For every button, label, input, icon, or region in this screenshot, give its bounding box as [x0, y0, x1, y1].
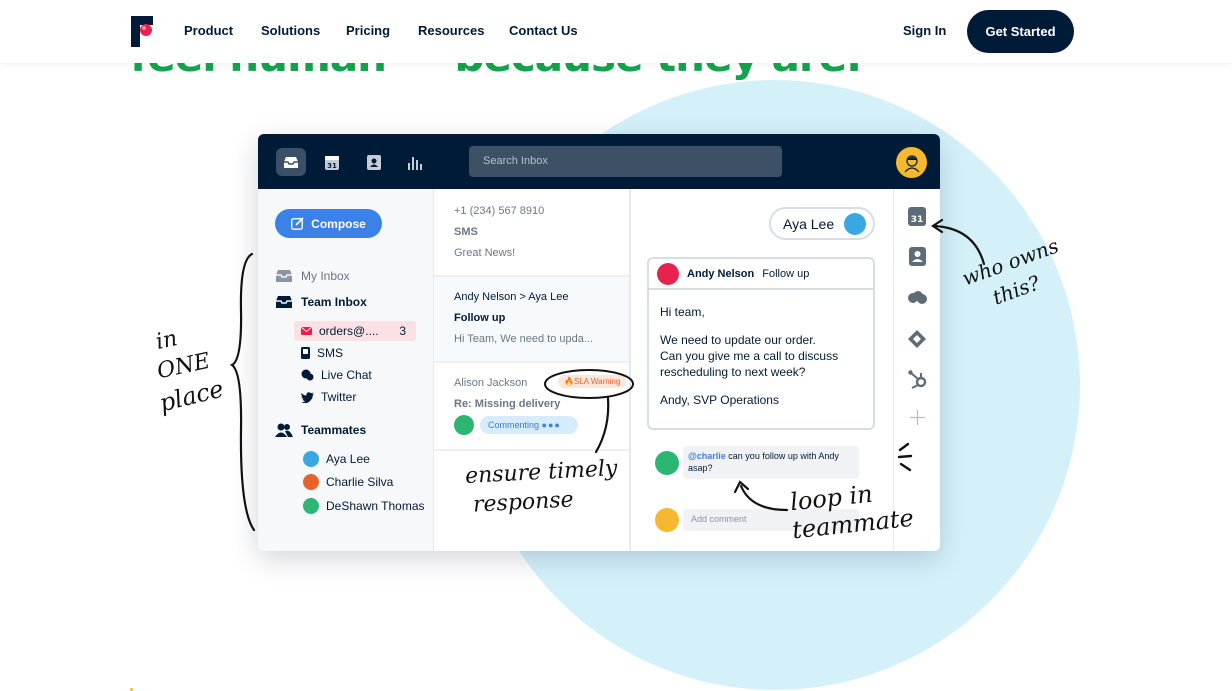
teammate-name: Charlie Silva — [326, 475, 394, 489]
calendar-icon[interactable]: 31 — [907, 206, 927, 226]
nav-resources[interactable]: Resources — [418, 23, 484, 38]
email-line: Can you give me a call to discuss — [660, 349, 839, 363]
user-avatar[interactable] — [896, 147, 927, 178]
list-item[interactable]: +1 (234) 567 8910 SMS Great News! — [434, 201, 629, 264]
twitter-icon — [301, 391, 314, 403]
nav-pricing[interactable]: Pricing — [346, 23, 390, 38]
avatar — [303, 451, 319, 467]
inbox-sidebar: Compose My Inbox Team Inbox orders@.... … — [258, 189, 434, 551]
analytics-icon[interactable] — [401, 148, 431, 176]
team-inbox-label: Team Inbox — [301, 295, 367, 309]
email-body: Hi team, We need to update our order. Ca… — [649, 290, 873, 422]
channel-label: Live Chat — [321, 368, 372, 382]
calendar-icon[interactable]: 31 — [317, 148, 347, 176]
phone-icon — [301, 347, 310, 359]
message-preview: Great News! — [454, 247, 516, 259]
chat-icon — [301, 369, 314, 381]
team-inbox[interactable]: Team Inbox — [275, 295, 367, 309]
avatar — [655, 451, 679, 475]
teammate-aya-lee[interactable]: Aya Lee — [296, 449, 418, 469]
email-card: Andy Nelson Follow up Hi team, We need t… — [647, 257, 875, 430]
nav-contact-us[interactable]: Contact Us — [509, 23, 578, 38]
channel-live-chat[interactable]: Live Chat — [294, 365, 416, 385]
email-greeting: Hi team, — [660, 305, 705, 319]
nav-solutions[interactable]: Solutions — [261, 23, 320, 38]
svg-text:31: 31 — [327, 162, 337, 170]
inbox-tray-icon — [276, 296, 292, 308]
app-top-bar: 31 Search Inbox — [258, 134, 940, 189]
teammates-label: Teammates — [301, 423, 367, 437]
teammate-name: DeShawn Thomas — [326, 499, 425, 513]
page: feel human — because they are. Product S… — [0, 0, 1232, 691]
annotation-text: in — [153, 326, 180, 355]
emphasis-marks-icon — [897, 442, 913, 472]
avatar — [303, 474, 319, 490]
envelope-icon — [301, 327, 312, 335]
front-logo[interactable] — [131, 16, 155, 47]
email-signature: Andy, SVP Operations — [660, 393, 779, 407]
message-subject: SMS — [454, 226, 478, 238]
sign-in-link[interactable]: Sign In — [903, 23, 946, 38]
avatar — [454, 415, 474, 435]
compose-icon — [291, 217, 304, 230]
email-header: Andy Nelson Follow up — [649, 259, 873, 290]
people-icon — [275, 423, 293, 437]
channel-twitter[interactable]: Twitter — [294, 387, 416, 407]
curly-brace-icon — [229, 252, 256, 532]
annotation-loop-in: loop in teammate — [789, 480, 930, 545]
message-preview: Hi Team, We need to upda... — [454, 333, 594, 345]
email-line: rescheduling to next week? — [660, 365, 806, 379]
top-navigation: Product Solutions Pricing Resources Cont… — [0, 0, 1232, 63]
teammate-name: Aya Lee — [326, 452, 370, 466]
internal-comment: @charlie can you follow up with Andy asa… — [683, 446, 859, 479]
email-subject: Follow up — [762, 267, 810, 280]
my-inbox[interactable]: My Inbox — [275, 269, 350, 283]
nav-product[interactable]: Product — [184, 23, 233, 38]
arrow-icon — [931, 218, 986, 266]
jira-icon[interactable] — [907, 329, 927, 349]
mention: @charlie — [688, 451, 726, 461]
avatar — [303, 498, 319, 514]
compose-button[interactable]: Compose — [275, 209, 382, 238]
annotation-text: response — [472, 487, 575, 518]
commenting-label: Commenting — [488, 420, 540, 430]
hubspot-icon[interactable] — [907, 369, 927, 389]
inbox-tray-icon — [276, 270, 292, 282]
arrow-icon — [733, 480, 789, 512]
annotation-text: ensure timely — [464, 456, 618, 489]
plus-icon[interactable] — [907, 407, 927, 427]
contact-icon[interactable] — [907, 246, 927, 266]
message-from: +1 (234) 567 8910 — [454, 205, 545, 217]
get-started-button[interactable]: Get Started — [967, 10, 1074, 53]
my-inbox-label: My Inbox — [301, 269, 350, 283]
channel-sms[interactable]: SMS — [294, 343, 416, 363]
annotation-ensure-timely: ensure timely response — [464, 456, 625, 530]
channel-label: SMS — [317, 346, 344, 360]
sender-name: Andy Nelson — [687, 267, 755, 280]
avatar — [655, 508, 679, 532]
message-from: Andy Nelson > Aya Lee — [454, 291, 569, 303]
teammate-deshawn-thomas[interactable]: DeShawn Thomas — [296, 496, 436, 516]
search-inbox-input[interactable]: Search Inbox — [469, 146, 782, 177]
assignee-pill[interactable]: Aya Lee — [769, 207, 875, 240]
inbox-icon[interactable] — [276, 148, 306, 176]
avatar — [844, 212, 867, 235]
message-subject: Follow up — [454, 312, 506, 324]
compose-label: Compose — [311, 216, 366, 231]
email-line: We need to update our order. — [660, 333, 816, 347]
salesforce-icon[interactable] — [907, 287, 927, 307]
list-item[interactable]: Andy Nelson > Aya Lee Follow up Hi Team,… — [434, 277, 629, 361]
unread-count: 3 — [399, 324, 406, 338]
contacts-icon[interactable] — [359, 148, 389, 176]
svg-text:31: 31 — [911, 215, 924, 225]
circle-scribble-icon — [544, 369, 634, 454]
avatar — [657, 262, 679, 285]
assignee-name: Aya Lee — [783, 215, 835, 232]
teammate-charlie-silva[interactable]: Charlie Silva — [296, 472, 418, 492]
teammates-section[interactable]: Teammates — [275, 423, 366, 437]
channel-label: orders@.... — [319, 324, 379, 338]
channel-orders[interactable]: orders@.... 3 — [294, 321, 416, 341]
channel-label: Twitter — [321, 390, 357, 404]
